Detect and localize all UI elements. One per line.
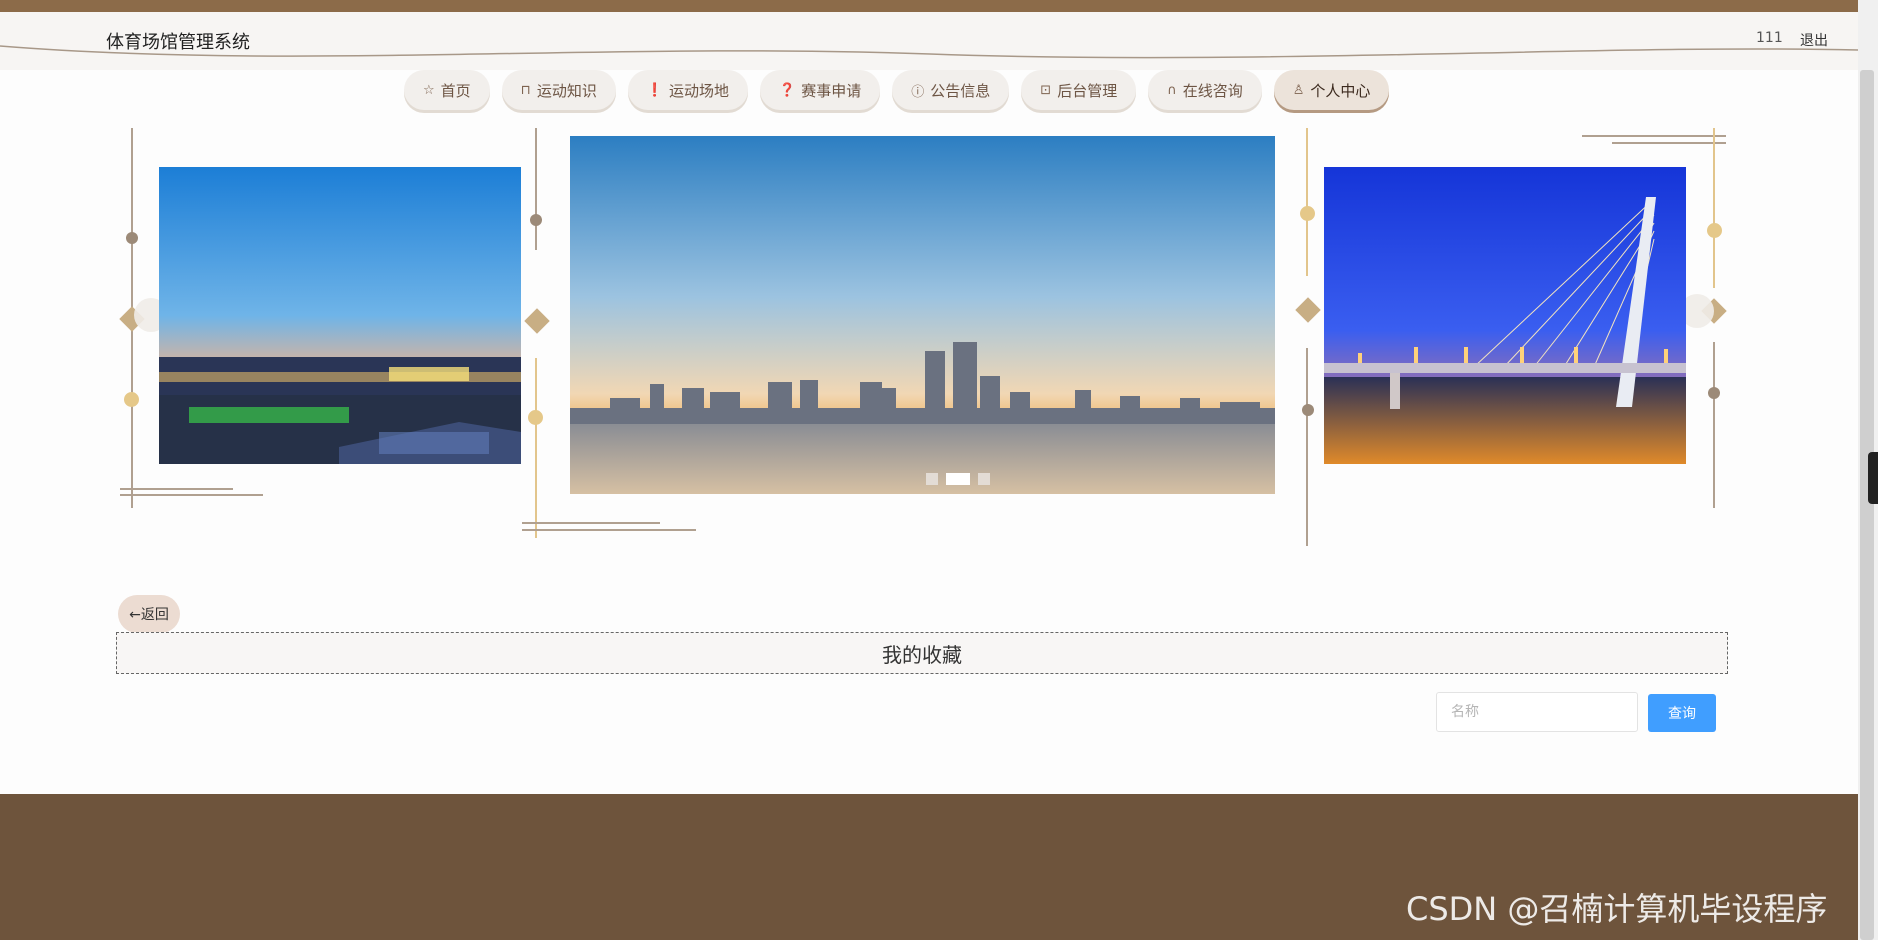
decor-line — [1612, 142, 1726, 144]
nav-item-sports-knowledge[interactable]: ⊓ 运动知识 — [501, 70, 616, 110]
nav-item-admin[interactable]: ⊡ 后台管理 — [1021, 70, 1137, 110]
decor-dot — [1708, 387, 1720, 399]
decor-diamond — [1295, 297, 1321, 323]
nav-item-label: 在线咨询 — [1182, 81, 1243, 100]
decor-line — [1713, 128, 1715, 288]
box-icon: ⊡ — [1040, 82, 1052, 98]
nav-item-label: 首页 — [440, 81, 471, 100]
carousel-indicator[interactable] — [926, 473, 938, 485]
search-button[interactable]: 查询 — [1648, 694, 1716, 732]
decor-line — [1582, 135, 1726, 137]
slide-image-center[interactable] — [570, 136, 1275, 494]
decor-line — [1713, 342, 1715, 508]
side-tab-handle[interactable] — [1868, 452, 1878, 504]
carousel-indicator[interactable] — [946, 473, 970, 485]
name-search-input[interactable] — [1436, 692, 1638, 732]
headset-icon: ∩ — [1167, 82, 1177, 98]
decor-dot — [530, 214, 542, 226]
banner-carousel — [0, 120, 1858, 560]
decor-line — [522, 529, 696, 531]
nav-item-label: 赛事申请 — [801, 81, 862, 100]
decor-dot — [126, 232, 138, 244]
main-nav: ☆ 首页 ⊓ 运动知识 ❗ 运动场地 ❓ 赛事申请 ⓘ 公告信息 ⊡ 后台管理 ∩ 在线咨询 … — [404, 70, 1390, 112]
decor-dot — [1300, 206, 1315, 221]
nav-item-label: 个人中心 — [1310, 81, 1371, 100]
carousel-indicator[interactable] — [978, 473, 990, 485]
decor-line — [535, 358, 537, 538]
nav-item-personal-center[interactable]: ♙ 个人中心 — [1273, 70, 1390, 110]
star-icon: ☆ — [423, 82, 435, 98]
decor-dot — [528, 410, 543, 425]
decor-dot — [1302, 404, 1314, 416]
info-circle-icon: ⓘ — [911, 84, 925, 100]
nav-item-online-consult[interactable]: ∩ 在线咨询 — [1148, 70, 1262, 110]
decor-line — [120, 494, 263, 496]
user-icon: ♙ — [1292, 82, 1305, 98]
nav-item-venues[interactable]: ❗ 运动场地 — [627, 70, 749, 110]
username-label: 111 — [1756, 30, 1783, 46]
logout-link[interactable]: 退出 — [1800, 30, 1828, 50]
decor-dot — [124, 392, 139, 407]
decor-dot — [1707, 223, 1722, 238]
nav-item-label: 后台管理 — [1057, 81, 1118, 100]
nav-item-label: 公告信息 — [930, 81, 991, 100]
slide-image-right[interactable] — [1324, 167, 1686, 464]
decor-line — [535, 128, 537, 250]
bag-icon: ⊓ — [520, 82, 531, 98]
vertical-scrollbar-thumb[interactable] — [1860, 70, 1874, 940]
watermark-text: CSDN @召楠计算机毕设程序 — [1406, 890, 1828, 928]
nav-item-label: 运动场地 — [669, 81, 730, 100]
nav-item-label: 运动知识 — [536, 81, 597, 100]
slide-image-left[interactable] — [159, 167, 521, 464]
decor-line — [1306, 348, 1308, 546]
decor-line — [120, 488, 233, 490]
decor-line — [522, 522, 660, 524]
nav-item-home[interactable]: ☆ 首页 — [404, 70, 490, 110]
nav-item-event-application[interactable]: ❓ 赛事申请 — [760, 70, 881, 110]
top-accent-strip — [0, 0, 1858, 12]
site-title: 体育场馆管理系统 — [106, 32, 250, 53]
decor-diamond — [524, 308, 550, 334]
question-circle-icon: ❓ — [779, 82, 796, 98]
back-button[interactable]: ←返回 — [118, 595, 180, 633]
alert-circle-icon: ❗ — [646, 82, 664, 98]
page-title-bar: 我的收藏 — [116, 632, 1728, 674]
page-title: 我的收藏 — [882, 642, 962, 667]
decor-line — [1306, 128, 1308, 276]
nav-item-announcements[interactable]: ⓘ 公告信息 — [892, 70, 1010, 110]
